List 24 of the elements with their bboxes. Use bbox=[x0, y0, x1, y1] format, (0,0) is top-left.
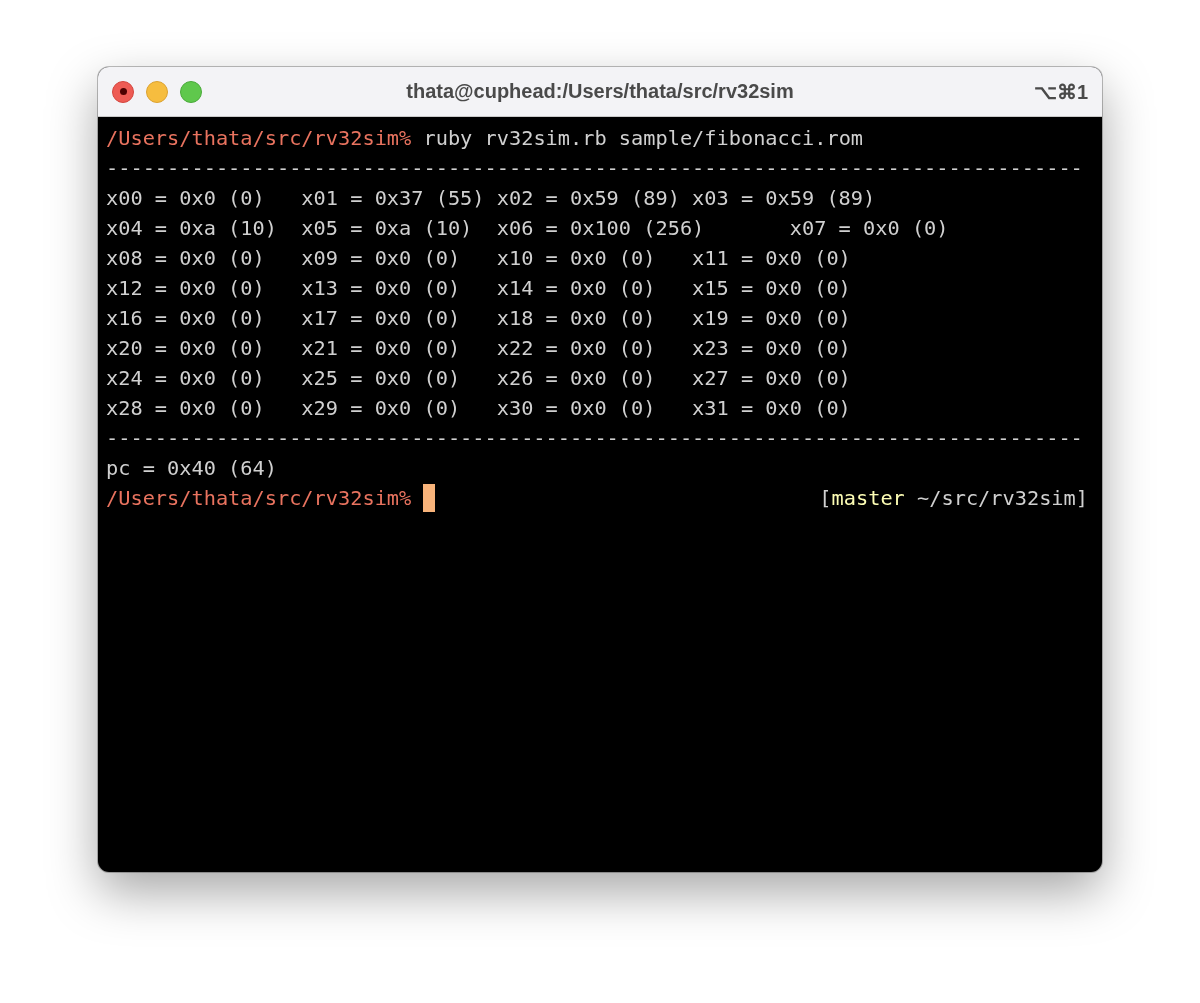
output-line: -------------------------------------------------------------------------------- bbox=[106, 426, 1083, 450]
shortcut-label: ⌥⌘1 bbox=[1032, 79, 1088, 104]
minimize-button[interactable] bbox=[146, 80, 168, 103]
output-line: -------------------------------------------------------------------------------- bbox=[106, 156, 1083, 180]
bracket-text: [ bbox=[819, 486, 832, 510]
branch-name: master bbox=[831, 486, 905, 510]
cursor-icon bbox=[423, 484, 436, 512]
output-line: x24 = 0x0 (0) x25 = 0x0 (0) x26 = 0x0 (0) x27 = 0x0 (0) bbox=[106, 366, 851, 390]
prompt-text: /Users/thata/src/rv32sim% bbox=[106, 126, 412, 150]
window-title: thata@cuphead:/Users/thata/src/rv32sim bbox=[405, 80, 795, 103]
output-line: x20 = 0x0 (0) x21 = 0x0 (0) x22 = 0x0 (0) x23 = 0x0 (0) bbox=[106, 336, 851, 360]
output-line: x04 = 0xa (10) x05 = 0xa (10) x06 = 0x100 (256) x07 = 0x0 (0) bbox=[106, 216, 949, 240]
path-text: ~/src/rv32sim] bbox=[916, 486, 1088, 510]
close-button[interactable] bbox=[112, 80, 134, 103]
output-line: x12 = 0x0 (0) x13 = 0x0 (0) x14 = 0x0 (0) x15 = 0x0 (0) bbox=[106, 276, 851, 300]
output-line: x08 = 0x0 (0) x09 = 0x0 (0) x10 = 0x0 (0) x11 = 0x0 (0) bbox=[106, 246, 851, 270]
output-line: x28 = 0x0 (0) x29 = 0x0 (0) x30 = 0x0 (0) x31 = 0x0 (0) bbox=[106, 396, 851, 420]
command-text: ruby rv32sim.rb sample/fibonacci.rom bbox=[422, 126, 864, 150]
prompt-text: /Users/thata/src/rv32sim% bbox=[106, 486, 412, 510]
output-line: x16 = 0x0 (0) x17 = 0x0 (0) x18 = 0x0 (0) x19 = 0x0 (0) bbox=[106, 306, 851, 330]
output-line: x00 = 0x0 (0) x01 = 0x37 (55) x02 = 0x59 (89) x03 = 0x59 (89) bbox=[106, 186, 876, 210]
output-line: pc = 0x40 (64) bbox=[106, 456, 277, 480]
dot-icon bbox=[119, 88, 127, 95]
zoom-button[interactable] bbox=[180, 80, 202, 103]
